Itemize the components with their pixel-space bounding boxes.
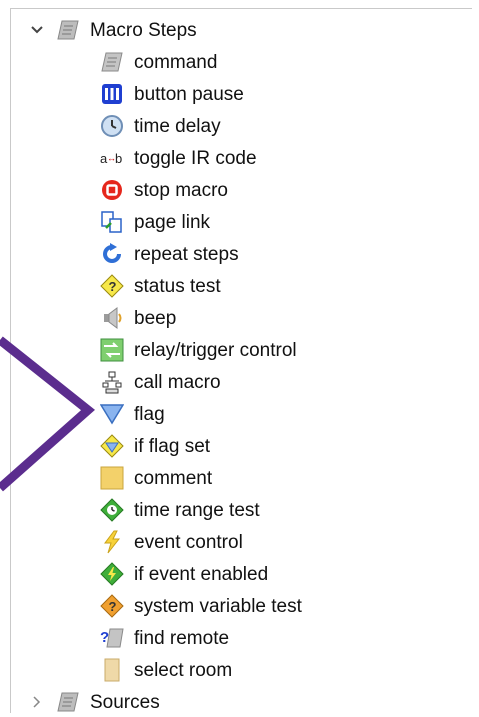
tree-item-call-macro[interactable]: call macro: [100, 367, 221, 397]
clock-icon: [100, 114, 124, 138]
tree-item-label: command: [134, 51, 218, 73]
stop-icon: [100, 178, 124, 202]
tree-item-select-room[interactable]: select room: [100, 655, 232, 685]
tree-item-label: relay/trigger control: [134, 339, 297, 361]
tree-item-label: find remote: [134, 627, 230, 649]
if-flag-icon: [100, 434, 124, 458]
tree-item-status-test[interactable]: ? status test: [100, 271, 221, 301]
tree-item-stop-macro[interactable]: stop macro: [100, 175, 228, 205]
lightning-icon: [100, 530, 124, 554]
find-remote-icon: ?: [100, 626, 124, 650]
macro-steps-icon: [56, 18, 80, 42]
toggle-ir-icon: a ↔ b: [100, 146, 124, 170]
svg-text:b: b: [115, 151, 122, 166]
tree-item-label: status test: [134, 275, 221, 297]
tree-item-flag[interactable]: flag: [100, 399, 165, 429]
tree-item-label: time delay: [134, 115, 221, 137]
tree-item-label: if flag set: [134, 435, 211, 457]
page-link-icon: [100, 210, 124, 234]
tree-node-label: Sources: [90, 691, 160, 713]
tree-item-label: stop macro: [134, 179, 228, 201]
tree-node-macro-steps[interactable]: Macro Steps: [30, 15, 197, 45]
sources-icon: [56, 690, 80, 714]
tree-item-comment[interactable]: comment: [100, 463, 212, 493]
tree-item-command[interactable]: command: [100, 47, 217, 77]
tree-item-beep[interactable]: beep: [100, 303, 176, 333]
tree-item-label: if event enabled: [134, 563, 269, 585]
tree-item-label: time range test: [134, 499, 260, 521]
tree-item-button-pause[interactable]: button pause: [100, 79, 244, 109]
tree-node-sources[interactable]: Sources: [30, 687, 160, 717]
tree-item-label: repeat steps: [134, 243, 239, 265]
comment-icon: [100, 466, 124, 490]
tree-node-label: Macro Steps: [90, 19, 197, 41]
relay-icon: [100, 338, 124, 362]
flag-icon: [100, 402, 124, 426]
command-icon: [100, 50, 124, 74]
tree-item-label: beep: [134, 307, 177, 329]
svg-text:?: ?: [109, 599, 117, 614]
tree-item-label: system variable test: [134, 595, 302, 617]
tree-item-event-control[interactable]: event control: [100, 527, 243, 557]
tree-item-if-flag-set[interactable]: if flag set: [100, 431, 210, 461]
button-pause-icon: [100, 82, 124, 106]
tree-item-find-remote[interactable]: ? find remote: [100, 623, 229, 653]
svg-text:?: ?: [109, 279, 117, 294]
svg-text:?: ?: [100, 629, 109, 646]
tree-item-page-link[interactable]: page link: [100, 207, 210, 237]
tree-item-label: page link: [134, 211, 211, 233]
tree-item-label: flag: [134, 403, 165, 425]
select-room-icon: [100, 658, 124, 682]
tree-item-label: call macro: [134, 371, 221, 393]
status-test-icon: ?: [100, 274, 124, 298]
chevron-down-icon[interactable]: [30, 23, 44, 37]
tree-item-system-variable-test[interactable]: ? system variable test: [100, 591, 302, 621]
if-event-icon: [100, 562, 124, 586]
call-macro-icon: [100, 370, 124, 394]
chevron-right-icon[interactable]: [30, 695, 44, 709]
tree-item-label: button pause: [134, 83, 244, 105]
tree-item-label: select room: [134, 659, 233, 681]
tree-item-time-delay[interactable]: time delay: [100, 111, 221, 141]
tree-item-repeat-steps[interactable]: repeat steps: [100, 239, 239, 269]
tree-item-label: comment: [134, 467, 213, 489]
tree-item-label: event control: [134, 531, 243, 553]
speaker-icon: [100, 306, 124, 330]
tree-item-label: toggle IR code: [134, 147, 257, 169]
repeat-icon: [100, 242, 124, 266]
tree-item-time-range-test[interactable]: time range test: [100, 495, 260, 525]
time-range-icon: [100, 498, 124, 522]
tree-item-toggle-ir-code[interactable]: a ↔ b toggle IR code: [100, 143, 257, 173]
system-variable-icon: ?: [100, 594, 124, 618]
tree-item-relay-trigger-control[interactable]: relay/trigger control: [100, 335, 297, 365]
tree-item-if-event-enabled[interactable]: if event enabled: [100, 559, 268, 589]
